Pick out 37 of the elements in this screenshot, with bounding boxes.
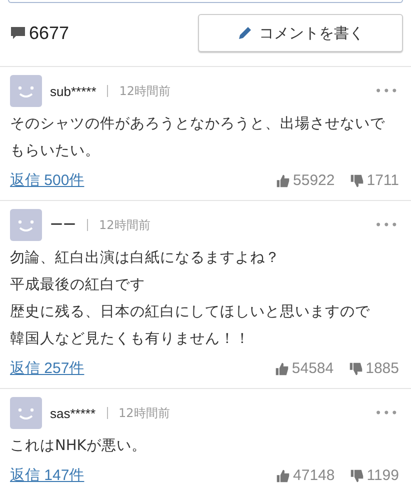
comment-text: 歴史に残る、日本の紅白にしてほしいと思いますので: [10, 303, 371, 322]
comment-text: 勿論、紅白出演は白紙になるますよね？: [10, 248, 281, 268]
thumbs-up-icon[interactable]: [276, 468, 290, 482]
username[interactable]: sas*****: [50, 406, 96, 420]
more-menu-button[interactable]: •••: [374, 218, 399, 232]
timestamp: 12時間前: [118, 404, 170, 422]
thumbs-up-icon[interactable]: [276, 174, 290, 188]
avatar-icon: [10, 75, 42, 107]
comment-icon: [10, 25, 26, 41]
pencil-icon: [237, 25, 253, 41]
timestamp: 12時間前: [119, 82, 171, 100]
dislike-count: 1199: [366, 467, 399, 484]
like-count: 55922: [293, 172, 335, 189]
thumbs-down-icon[interactable]: [350, 468, 364, 482]
replies-link[interactable]: 返信 147件: [10, 466, 84, 485]
thumbs-down-icon[interactable]: [348, 362, 363, 376]
avatar-icon: [10, 209, 42, 241]
thumbs-up-icon[interactable]: [274, 362, 289, 376]
username[interactable]: ーー: [50, 216, 76, 234]
comment-count: 6677: [29, 22, 70, 44]
more-menu-button[interactable]: •••: [374, 406, 399, 420]
like-count: 47148: [293, 467, 335, 484]
timestamp: 12時間前: [99, 216, 150, 234]
write-comment-button[interactable]: コメントを書く: [198, 14, 403, 52]
dislike-count: 1711: [366, 172, 399, 189]
thumbs-down-icon[interactable]: [350, 174, 364, 188]
more-menu-button[interactable]: •••: [374, 84, 399, 98]
replies-link[interactable]: 返信 500件: [10, 171, 84, 190]
username[interactable]: sub*****: [50, 84, 96, 98]
like-count: 54584: [292, 360, 334, 377]
dislike-count: 1885: [366, 360, 399, 377]
comment-text: これはNHKが悪い。: [10, 437, 148, 456]
comment-text: そのシャツの件があろうとなかろうと、出場させないでもらいたい。: [10, 115, 386, 161]
avatar-icon: [10, 397, 42, 429]
comment-text: 韓国人など見たくも有りません！！: [10, 330, 251, 349]
comment-text: 平成最後の紅白です: [10, 276, 146, 295]
replies-link[interactable]: 返信 257件: [10, 359, 84, 378]
